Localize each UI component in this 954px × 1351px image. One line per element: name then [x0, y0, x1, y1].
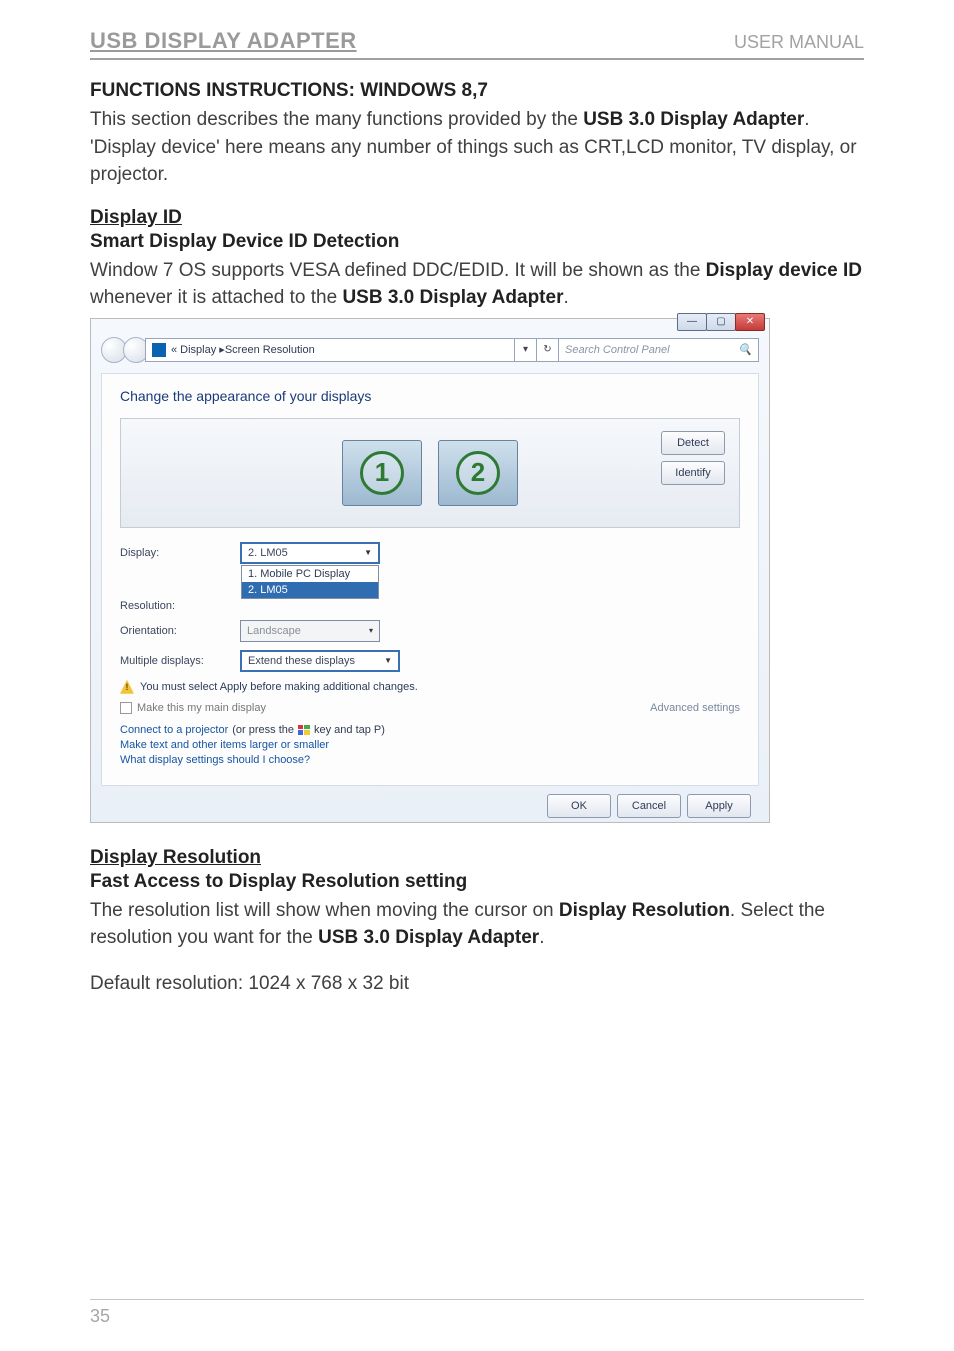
- page-header: USB DISPLAY ADAPTER USER MANUAL: [90, 28, 864, 60]
- page-number: 35: [90, 1299, 864, 1327]
- header-subtitle: USER MANUAL: [734, 32, 864, 53]
- search-placeholder: Search Control Panel: [565, 344, 670, 356]
- search-input[interactable]: Search Control Panel 🔍: [559, 338, 759, 362]
- projector-link[interactable]: Connect to a projector (or press the key…: [120, 724, 740, 736]
- subsection-display-id: Display ID: [90, 207, 864, 229]
- display-option-2[interactable]: 2. LM05: [242, 582, 378, 598]
- header-title: USB DISPLAY ADAPTER: [90, 28, 357, 54]
- intro-paragraph: This section describes the many function…: [90, 106, 864, 189]
- display-option-1[interactable]: 1. Mobile PC Display: [242, 566, 378, 582]
- resolution-paragraph: The resolution list will show when movin…: [90, 897, 864, 952]
- default-resolution: Default resolution: 1024 x 768 x 32 bit: [90, 970, 864, 998]
- refresh-button[interactable]: ↻: [537, 338, 559, 362]
- orientation-label: Orientation:: [120, 625, 240, 637]
- close-button[interactable]: ✕: [735, 313, 765, 331]
- dialog-footer-buttons: OK Cancel Apply: [91, 794, 769, 818]
- resolution-row: Resolution:: [120, 600, 740, 612]
- subsection-smart-detection: Smart Display Device ID Detection: [90, 231, 864, 253]
- control-panel-icon: [152, 343, 166, 357]
- apply-button[interactable]: Apply: [687, 794, 751, 818]
- resolution-label: Resolution:: [120, 600, 240, 612]
- main-display-checkbox[interactable]: [120, 702, 132, 714]
- advanced-settings-link[interactable]: Advanced settings: [650, 702, 740, 714]
- breadcrumb-dropdown[interactable]: ▾: [515, 338, 537, 362]
- multiple-displays-combobox[interactable]: Extend these displays▼: [240, 650, 400, 672]
- multiple-displays-row: Multiple displays: Extend these displays…: [120, 650, 740, 672]
- windows-key-icon: [298, 725, 310, 735]
- window-controls: — ▢ ✕: [678, 313, 765, 331]
- monitor-2-badge: 2: [456, 451, 500, 495]
- chevron-down-icon: ▾: [369, 626, 373, 635]
- address-bar: « Display ▸ Screen Resolution ▾ ↻ Search…: [101, 337, 759, 363]
- display-label: Display:: [120, 547, 240, 559]
- subsection-display-resolution: Display Resolution: [90, 847, 864, 869]
- monitor-2[interactable]: 2: [438, 440, 518, 506]
- monitor-1-badge: 1: [360, 451, 404, 495]
- detect-button[interactable]: Detect: [661, 431, 725, 455]
- orientation-combobox: Landscape▾: [240, 620, 380, 642]
- display-arrangement-preview[interactable]: 1 2 Detect Identify: [120, 418, 740, 528]
- display-id-paragraph: Window 7 OS supports VESA defined DDC/ED…: [90, 257, 864, 312]
- orientation-row: Orientation: Landscape▾: [120, 620, 740, 642]
- warning-icon: !: [120, 680, 134, 694]
- chevron-down-icon: ▼: [384, 656, 392, 665]
- identify-button[interactable]: Identify: [661, 461, 725, 485]
- subsection-fast-access: Fast Access to Display Resolution settin…: [90, 871, 864, 893]
- search-icon: 🔍: [738, 343, 752, 356]
- monitor-1[interactable]: 1: [342, 440, 422, 506]
- ok-button[interactable]: OK: [547, 794, 611, 818]
- multiple-displays-label: Multiple displays:: [120, 655, 240, 667]
- minimize-button[interactable]: —: [677, 313, 707, 331]
- display-combobox[interactable]: 2. LM05▼ 1. Mobile PC Display 2. LM05: [240, 542, 380, 564]
- help-link[interactable]: What display settings should I choose?: [120, 754, 740, 766]
- main-display-row: Make this my main display Advanced setti…: [120, 702, 740, 714]
- section-heading-functions: FUNCTIONS INSTRUCTIONS: WINDOWS 8,7: [90, 80, 864, 102]
- text-size-link[interactable]: Make text and other items larger or smal…: [120, 739, 740, 751]
- cancel-button[interactable]: Cancel: [617, 794, 681, 818]
- screenshot-screen-resolution: — ▢ ✕ « Display ▸ Screen Resolution ▾ ↻ …: [90, 318, 770, 823]
- display-row: Display: 2. LM05▼ 1. Mobile PC Display 2…: [120, 542, 740, 564]
- apply-warning: ! You must select Apply before making ad…: [120, 680, 740, 694]
- maximize-button[interactable]: ▢: [706, 313, 736, 331]
- main-display-label: Make this my main display: [137, 702, 266, 714]
- display-dropdown-list[interactable]: 1. Mobile PC Display 2. LM05: [241, 565, 379, 599]
- breadcrumb[interactable]: « Display ▸ Screen Resolution: [145, 338, 515, 362]
- content-panel: Change the appearance of your displays 1…: [101, 373, 759, 786]
- chevron-down-icon: ▼: [364, 548, 372, 557]
- panel-title: Change the appearance of your displays: [120, 388, 740, 404]
